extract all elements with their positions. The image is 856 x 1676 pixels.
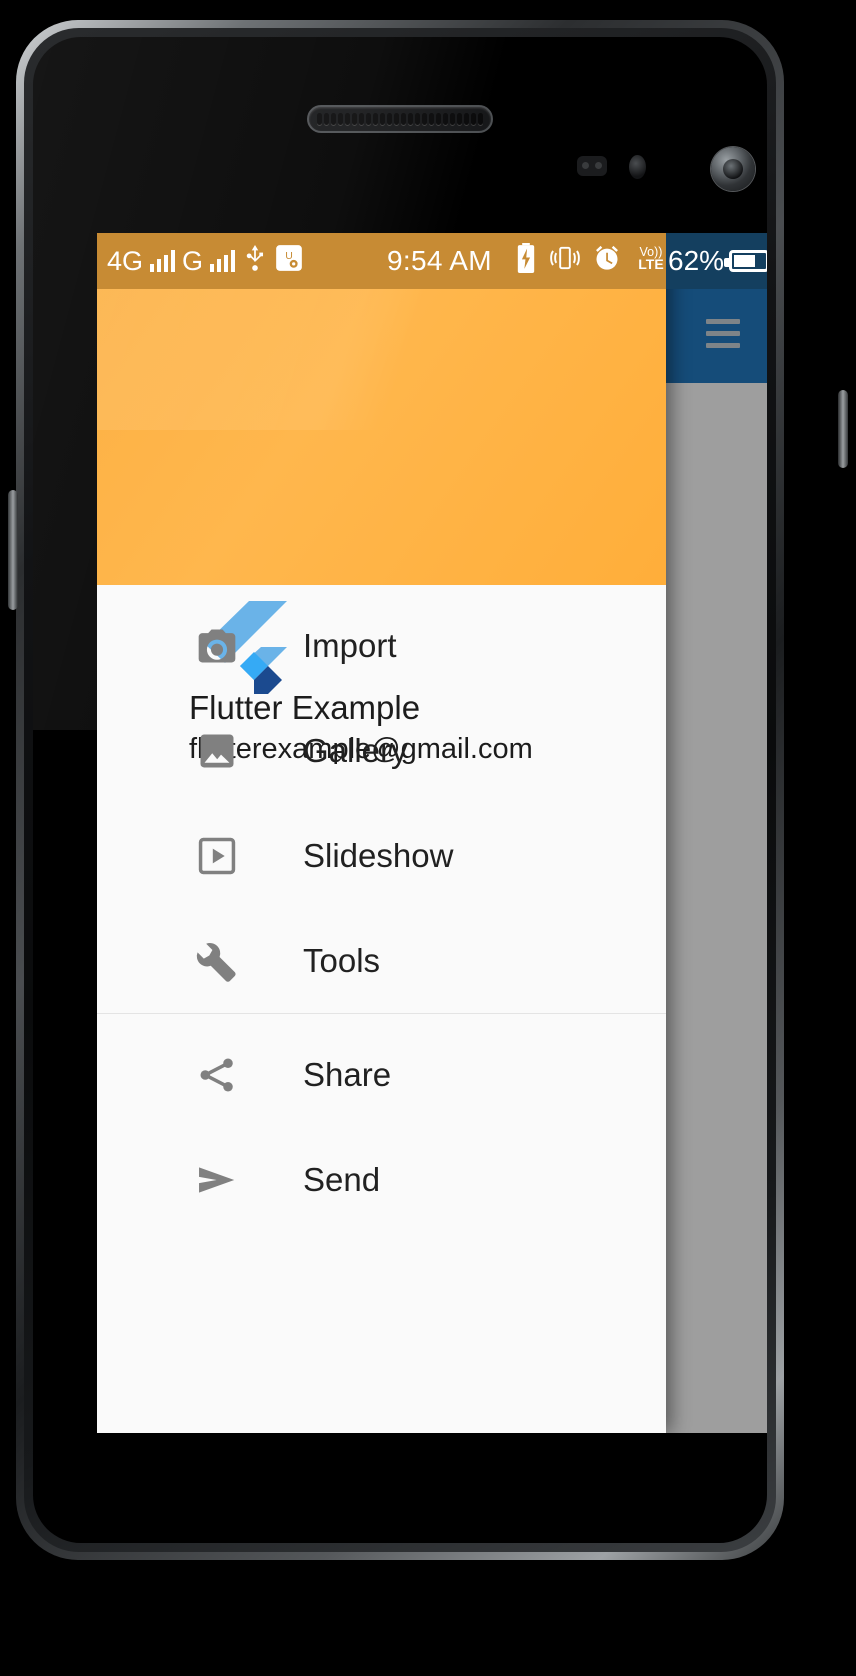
battery-fill <box>734 255 756 267</box>
drawer-item-label: Send <box>303 1160 381 1198</box>
drawer-item-label: Gallery <box>303 731 408 769</box>
status-bar-clock: 9:54 AM <box>387 233 492 289</box>
status-bar-left: 4G G U <box>97 243 303 280</box>
drawer-item-gallery[interactable]: Gallery <box>97 698 666 803</box>
power-button[interactable] <box>838 390 848 468</box>
signal-bars-2-icon <box>210 250 236 272</box>
drawer-item-tools[interactable]: Tools <box>97 908 666 1013</box>
list-mid-spacer <box>97 1014 666 1022</box>
svg-text:U: U <box>285 250 293 262</box>
wrench-icon <box>185 939 249 983</box>
device-screen: Flutter Example flutterexample@gmail.com <box>97 233 767 1433</box>
drawer-item-label: Import <box>303 626 397 664</box>
battery-icon <box>724 250 767 272</box>
usb-debugging-icon: U <box>275 244 303 279</box>
battery-status-group: 62% <box>666 233 767 289</box>
network-type-1: 4G <box>107 245 144 276</box>
phone-bezel-inner: Flutter Example flutterexample@gmail.com <box>24 28 776 1552</box>
status-bar-right: Vo)) LTE <box>515 233 668 289</box>
front-camera-icon <box>711 147 755 191</box>
earpiece-speaker-icon <box>307 105 493 133</box>
drawer-item-slideshow[interactable]: Slideshow <box>97 803 666 908</box>
image-icon <box>185 729 249 773</box>
list-top-spacer <box>97 585 666 593</box>
network-type-2: G <box>182 245 204 276</box>
vibrate-icon <box>550 244 580 279</box>
drawer-item-label: Share <box>303 1055 392 1093</box>
share-icon <box>185 1053 249 1097</box>
alarm-clock-icon <box>593 244 621 279</box>
drawer-item-send[interactable]: Send <box>97 1127 666 1232</box>
volte-icon: Vo)) LTE <box>634 241 668 282</box>
phone-bezel: Flutter Example flutterexample@gmail.com <box>16 20 784 1560</box>
usb-icon <box>242 243 268 280</box>
battery-charging-icon <box>515 242 537 280</box>
drawer-item-label: Slideshow <box>303 836 454 874</box>
volume-button[interactable] <box>8 490 18 610</box>
signal-bars-1-icon <box>150 250 176 272</box>
drawer-item-label: Tools <box>303 941 381 979</box>
slideshow-icon <box>185 835 249 877</box>
drawer-item-import[interactable]: Import <box>97 593 666 698</box>
navigation-drawer[interactable]: Flutter Example flutterexample@gmail.com <box>97 233 666 1433</box>
send-icon <box>185 1158 249 1202</box>
clock-text: 9:54 AM <box>387 245 492 276</box>
phone-glass: Flutter Example flutterexample@gmail.com <box>33 37 767 1543</box>
volte-bottom-text: LTE <box>638 256 663 272</box>
battery-percent-text: 62% <box>668 245 725 276</box>
drawer-item-list: Import Gallery Slideshow Tools Share Sen… <box>97 585 666 1433</box>
camera-icon <box>185 624 249 668</box>
hamburger-menu-icon[interactable] <box>697 307 749 359</box>
proximity-sensor-icon <box>577 156 607 176</box>
drawer-item-share[interactable]: Share <box>97 1022 666 1127</box>
light-sensor-icon <box>629 155 646 179</box>
status-bar[interactable]: 4G G U 9:54 AM Vo)) LTE <box>97 233 666 289</box>
phone-frame: Flutter Example flutterexample@gmail.com <box>0 0 856 1676</box>
